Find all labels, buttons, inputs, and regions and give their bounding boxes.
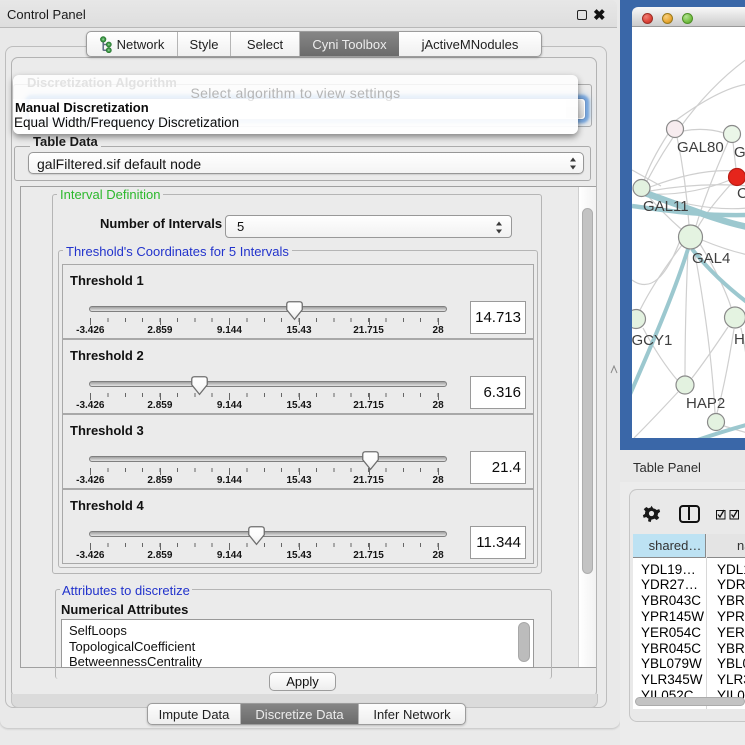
svg-text:GAL4: GAL4 [692,250,730,267]
svg-text:C: C [737,185,745,202]
svg-text:GCY1: GCY1 [632,332,672,349]
svg-text:GA: GA [734,144,745,161]
svg-text:GAL80: GAL80 [677,139,724,156]
svg-text:HAP2: HAP2 [686,395,725,412]
svg-text:GAL11: GAL11 [643,198,689,215]
svg-text:H: H [734,331,745,348]
